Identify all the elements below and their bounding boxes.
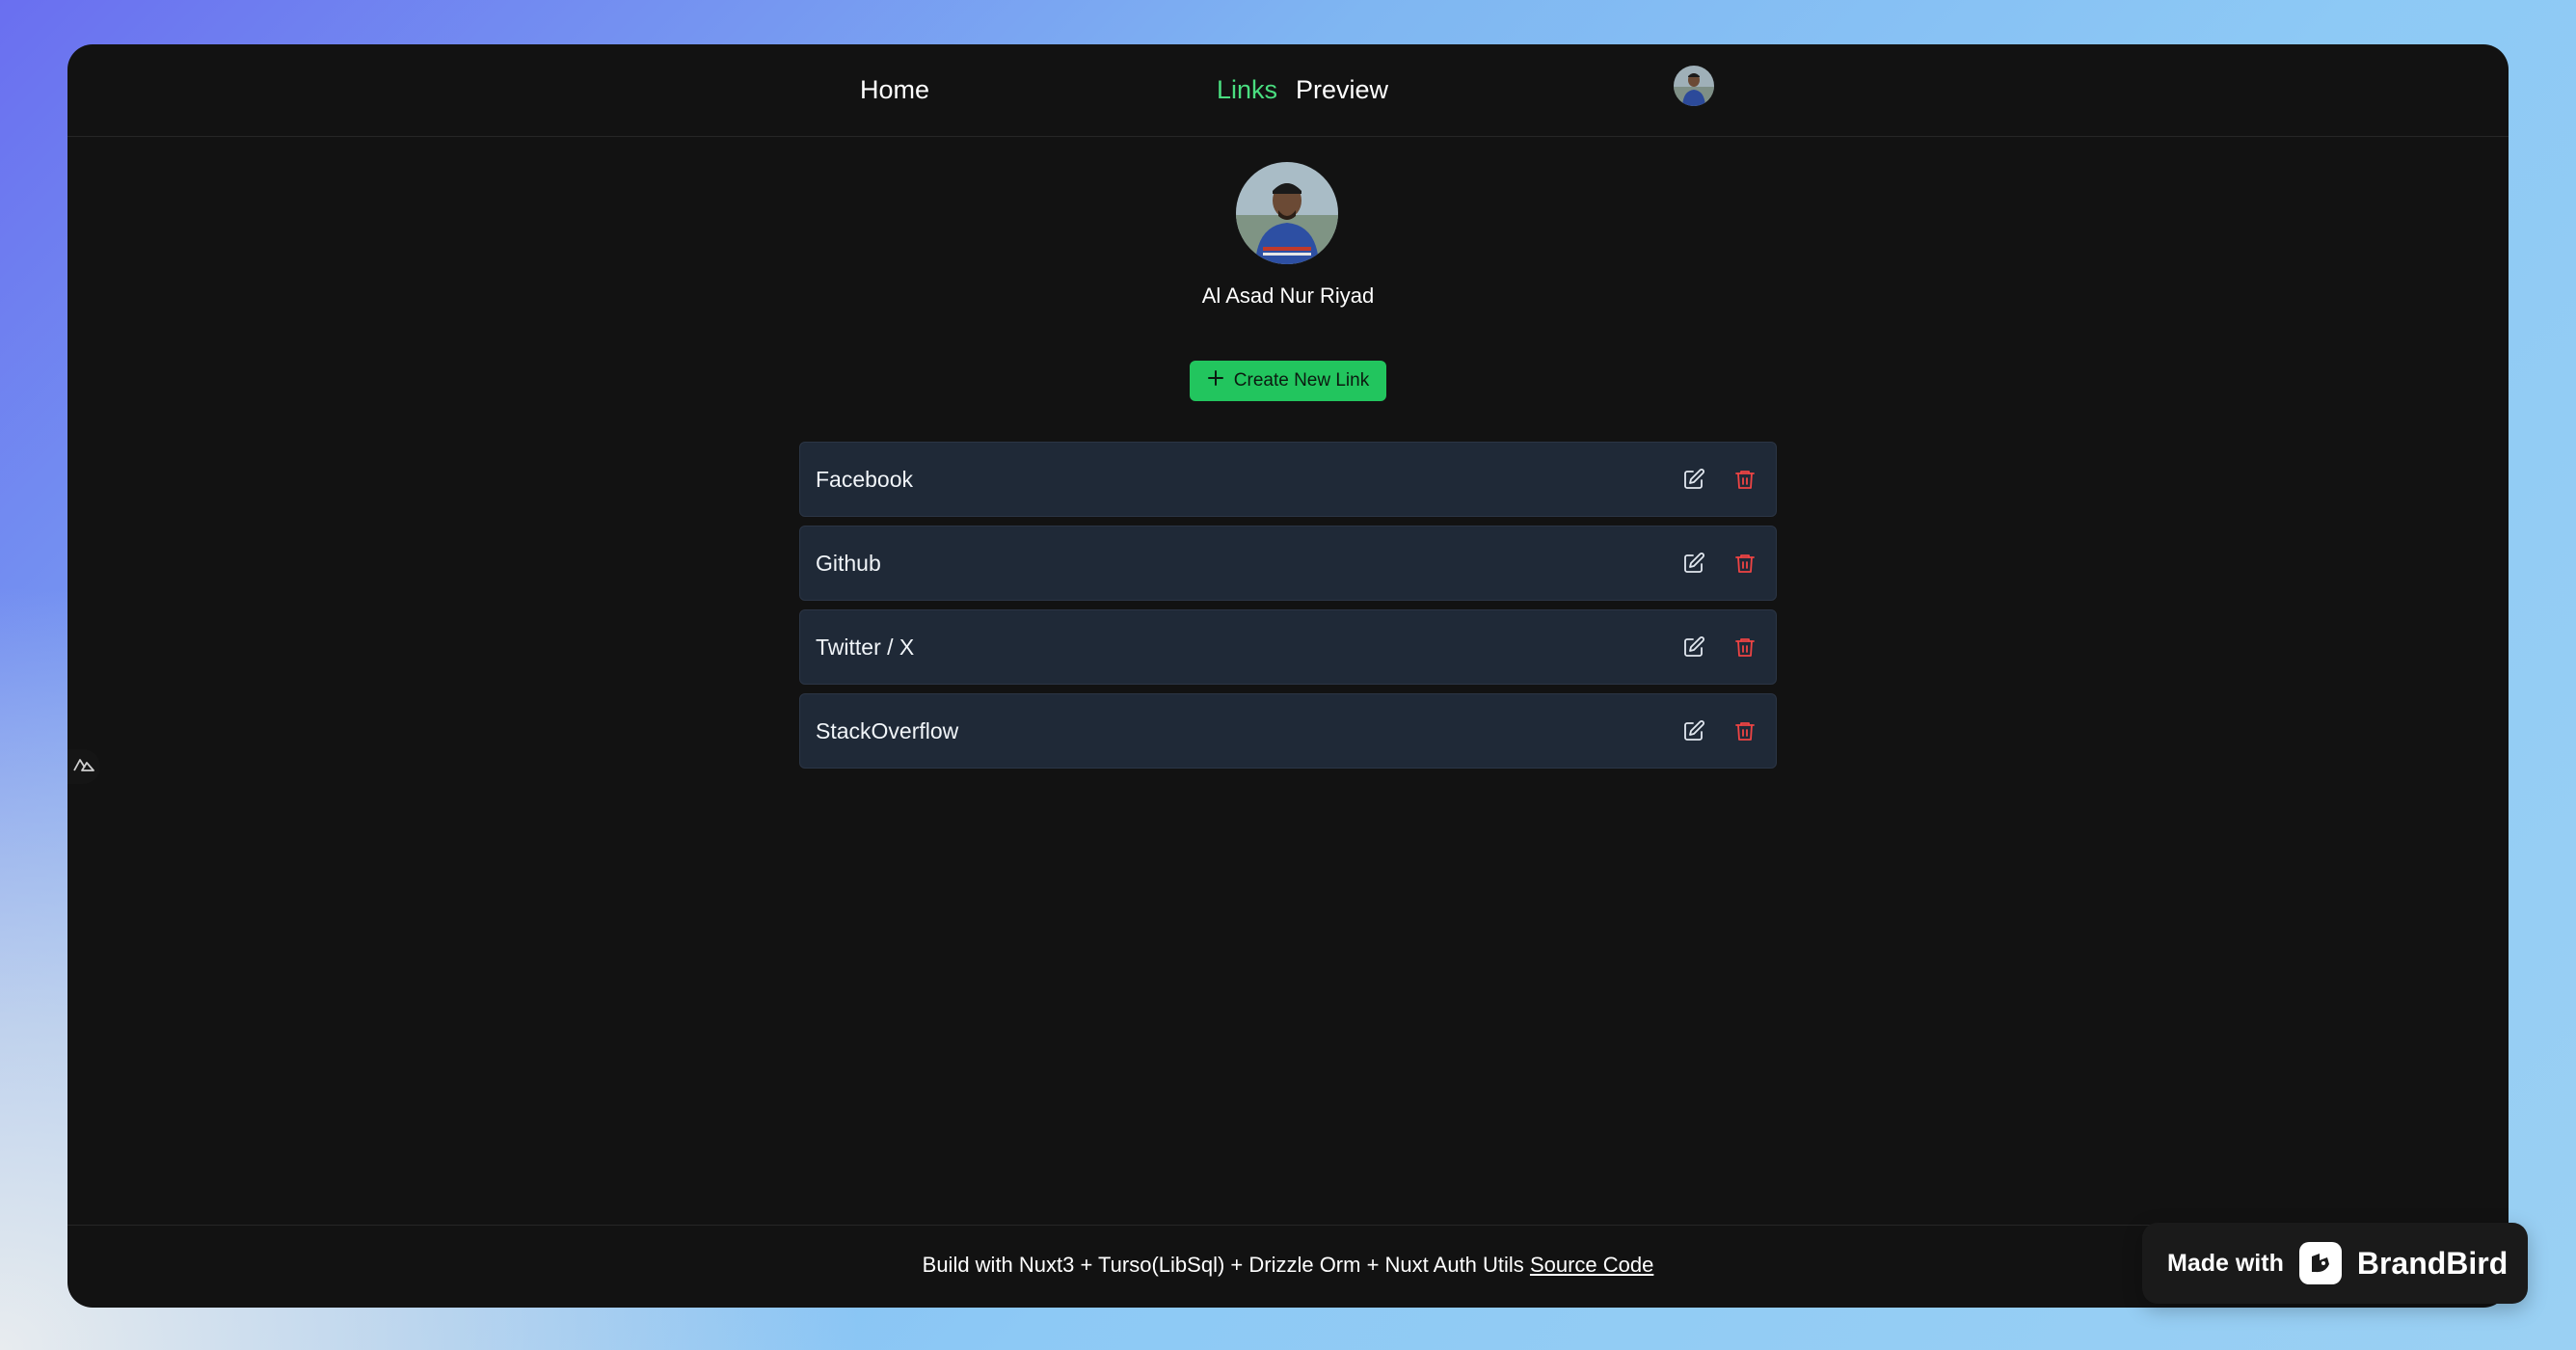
app-window: Home Links Preview Al Asad Nur Riyad Cre…	[67, 44, 2509, 1308]
brandbird-logo-icon	[2298, 1242, 2342, 1284]
link-item-label: StackOverflow	[816, 717, 959, 743]
edit-icon[interactable]	[1678, 464, 1709, 495]
profile-avatar	[1236, 162, 1338, 264]
link-item-facebook: Facebook	[799, 442, 1777, 517]
user-avatar[interactable]	[1674, 66, 1714, 106]
nav-preview-link[interactable]: Preview	[1296, 75, 1388, 105]
trash-icon[interactable]	[1730, 548, 1760, 579]
edit-icon[interactable]	[1678, 548, 1709, 579]
link-item-github: Github	[799, 526, 1777, 601]
link-item-twitter: Twitter / X	[799, 609, 1777, 685]
edit-icon[interactable]	[1678, 716, 1709, 746]
trash-icon[interactable]	[1730, 464, 1760, 495]
top-navigation: Home Links Preview	[67, 44, 2509, 137]
source-code-link[interactable]: Source Code	[1530, 1253, 1653, 1277]
link-list: Facebook Github Twitter / X StackOverflo…	[799, 442, 1777, 777]
create-new-link-button[interactable]: Create New Link	[1190, 361, 1386, 401]
link-item-label: Twitter / X	[816, 634, 915, 660]
nav-home-link[interactable]: Home	[860, 75, 929, 105]
trash-icon[interactable]	[1730, 716, 1760, 746]
link-item-label: Facebook	[816, 466, 914, 492]
plus-icon	[1207, 369, 1224, 392]
create-new-link-label: Create New Link	[1233, 370, 1370, 391]
brandbird-name: BrandBird	[2356, 1245, 2509, 1281]
edit-icon[interactable]	[1678, 632, 1709, 662]
link-item-label: Github	[816, 550, 881, 576]
footer-credits: Build with Nuxt3 + Turso(LibSql) + Drizz…	[922, 1253, 1524, 1277]
nuxt-icon	[73, 757, 94, 777]
trash-icon[interactable]	[1730, 632, 1760, 662]
link-item-stackoverflow: StackOverflow	[799, 693, 1777, 769]
made-with-label: Made with	[2167, 1249, 2284, 1277]
nav-links-link[interactable]: Links	[1217, 75, 1277, 105]
brandbird-badge: Made with BrandBird	[2142, 1223, 2528, 1304]
profile-name: Al Asad Nur Riyad	[1201, 284, 1375, 308]
